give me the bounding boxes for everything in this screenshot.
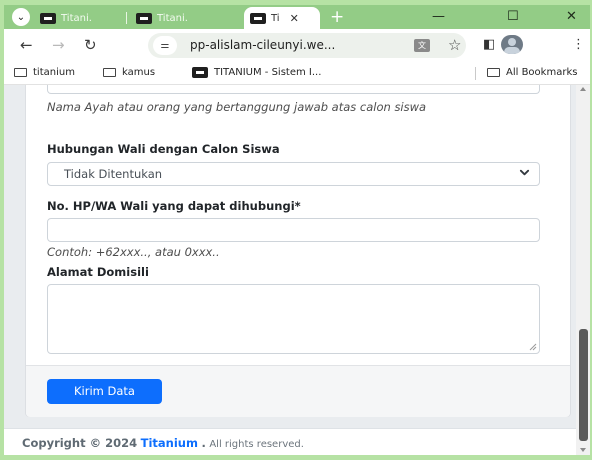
forward-arrow-icon[interactable]: → [52,35,65,55]
bookmark-label: titanium [33,67,75,78]
site-info-icon[interactable]: ⚌ [153,36,177,55]
card-footer: Kirim Data [26,365,570,417]
phone-input[interactable] [47,218,540,242]
brand-dot: . [201,436,206,450]
phone-label: No. HP/WA Wali yang dapat dihubungi* [47,199,301,213]
chevron-down-icon [519,169,530,176]
relation-label: Hubungan Wali dengan Calon Siswa [47,142,280,156]
minimize-button[interactable]: — [432,7,445,27]
bookmark-star-icon[interactable]: ☆ [448,35,461,55]
bookmark-label: TITANIUM - Sistem I... [214,67,322,78]
relation-select[interactable]: Tidak Ditentukan [47,162,540,186]
address-label: Alamat Domisili [47,265,149,279]
site-favicon [192,67,208,78]
phone-help-text: Contoh: +62xxx.., atau 0xxx.. [47,245,220,259]
folder-icon [14,68,27,77]
scrollbar-thumb[interactable] [579,329,588,441]
tab-separator [126,12,127,24]
relation-selected-value: Tidak Ditentukan [64,167,163,181]
tab-title: Titani. [61,12,92,24]
copyright-label: Copyright © 2024 [22,436,138,450]
scroll-down-arrow-icon[interactable] [580,448,586,452]
registration-form-card: Nama Ayah atau orang yang bertanggung ja… [25,85,571,417]
address-textarea[interactable] [47,284,540,354]
folder-icon [487,68,500,77]
wali-name-input[interactable] [47,85,540,94]
tab-title: Titani. [157,12,188,24]
browser-tab-strip: ⌄ Titani. Titani. Ti ✕ + — ☐ ✕ [4,5,590,29]
browser-tab-2[interactable]: Titani. [136,7,232,29]
profile-avatar[interactable] [501,35,523,54]
back-arrow-icon[interactable]: ← [20,35,33,55]
bookmark-kamus[interactable]: kamus [103,64,155,81]
copyright-text: Copyright © 2024 Titanium . All rights r… [22,436,304,452]
close-tab-icon[interactable]: ✕ [290,12,299,25]
bookmark-titanium-sistem[interactable]: TITANIUM - Sistem I... [192,64,321,81]
bookmarks-bar: titanium kamus TITANIUM - Sistem I... Al… [4,61,590,85]
translate-icon[interactable]: 文 [414,39,430,52]
site-favicon [250,12,266,24]
browser-tab-active[interactable]: Ti ✕ [244,7,320,29]
scroll-up-arrow-icon[interactable] [580,87,586,91]
tab-title: Ti [271,12,280,24]
page-viewport: Nama Ayah atau orang yang bertanggung ja… [4,85,590,455]
rights-text: All rights reserved. [209,439,304,450]
reload-icon[interactable]: ↻ [84,35,97,55]
new-tab-button[interactable]: + [330,7,344,27]
site-favicon [40,12,56,24]
bookmark-titanium[interactable]: titanium [14,64,75,81]
site-favicon [136,12,152,24]
chevron-down-icon: ⌄ [16,11,26,23]
folder-icon [103,68,116,77]
page-footer: Copyright © 2024 Titanium . All rights r… [4,428,576,455]
maximize-button[interactable]: ☐ [507,7,519,27]
vertical-scrollbar[interactable] [576,85,590,455]
browser-toolbar: ← → ↻ ⚌ pp-alislam-cileunyi.we... 文 ☆ ◧ … [4,29,590,61]
wali-name-help-text: Nama Ayah atau orang yang bertanggung ja… [47,100,427,114]
side-panel-icon[interactable]: ◧ [483,35,495,55]
close-window-button[interactable]: ✕ [566,7,577,27]
address-bar[interactable]: ⚌ pp-alislam-cileunyi.we... 文 ☆ [148,33,466,58]
brand-link[interactable]: Titanium [141,436,198,450]
kebab-menu-icon[interactable]: ⋮ [572,35,585,55]
submit-button[interactable]: Kirim Data [47,379,162,404]
bookmark-separator [475,67,476,80]
browser-tab-1[interactable]: Titani. [40,7,126,29]
bookmark-all-bookmarks[interactable]: All Bookmarks [487,64,577,81]
bookmark-label: kamus [122,67,156,78]
resize-grip-icon[interactable] [529,343,537,351]
bookmark-label: All Bookmarks [506,67,578,78]
url-text[interactable]: pp-alislam-cileunyi.we... [190,37,335,54]
tab-search-menu-button[interactable]: ⌄ [12,8,30,26]
